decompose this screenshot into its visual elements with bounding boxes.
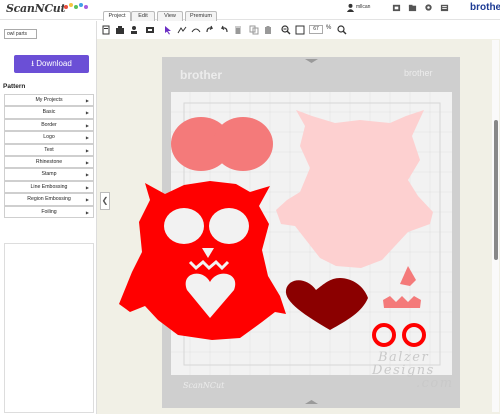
watermark-line: .com <box>416 376 454 391</box>
mat-brand-top-right: brother <box>404 68 433 78</box>
watermark: Balzer Designs .com <box>372 351 454 390</box>
mat-top-arrow <box>305 59 318 63</box>
mat-bottom-arrow <box>305 400 318 404</box>
owl-eye-right-shape <box>213 117 273 171</box>
owl-feet-shape <box>383 296 421 308</box>
app-root: ScanNCut Project Edit View Premium mllca… <box>0 0 500 414</box>
mat-brand-top: brother <box>180 68 222 82</box>
mat-brand-bottom: ScanNCut <box>183 381 225 390</box>
